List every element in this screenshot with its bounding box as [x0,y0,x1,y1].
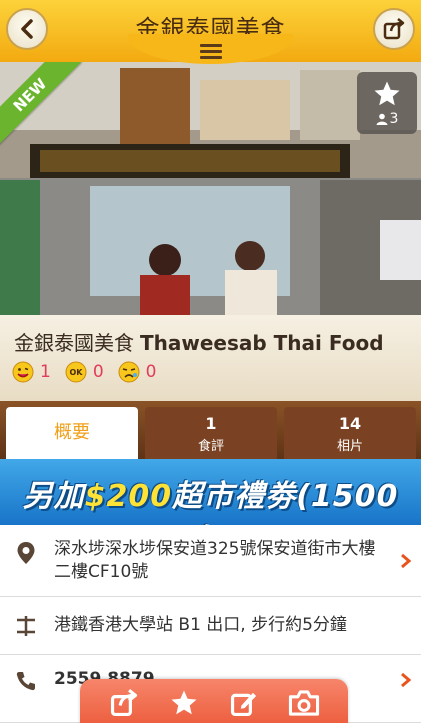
restaurant-name: 金銀泰國美食 Thaweesab Thai Food [14,327,384,356]
share-icon [110,689,138,717]
cry-face-icon [118,361,140,383]
rating-smile-count: 1 [40,362,51,382]
tab-overview[interactable]: 概要 [6,407,138,459]
share-action-button[interactable] [106,685,142,721]
camera-button[interactable] [286,685,322,721]
restaurant-info-bar: 金銀泰國美食 Thaweesab Thai Food 1 OK 0 0 [0,315,421,401]
favorite-action-button[interactable] [166,685,202,721]
hamburger-icon [199,44,222,64]
promo-banner[interactable]: 另加$200超市禮劵(1500名) [0,459,421,525]
ratings: 1 OK 0 0 [12,361,170,383]
rating-cry-count: 0 [145,362,157,382]
rating-cry: 0 [118,361,157,383]
rating-smile: 1 [12,361,51,383]
promo-amount: $200 [84,479,173,514]
restaurant-name-en: Thaweesab Thai Food [140,331,384,355]
rating-ok: OK 0 [65,361,104,383]
promo-suffix: 超市禮劵(1500名) [172,479,399,525]
share-icon [383,18,405,40]
tab-reviews[interactable]: 1 食評 [145,407,277,459]
reviews-label: 食評 [197,439,224,454]
bookmark-count: 3 [389,111,399,127]
address-text: 深水埗深水埗保安道325號保安道街市大樓二樓CF10號 [54,539,376,582]
address-row[interactable]: 深水埗深水埗保安道325號保安道街市大樓二樓CF10號 [0,525,421,597]
photos-count: 14 [338,414,362,433]
rating-ok-count: 0 [92,362,104,382]
restaurant-name-zh: 金銀泰國美食 [14,331,134,355]
transit-row: 港鐵香港大學站 B1 出口, 步行約5分鐘 [0,597,421,655]
chevron-right-icon [401,553,412,569]
location-pin-icon [14,541,38,565]
action-bar [80,679,348,723]
camera-icon [288,690,320,716]
star-icon [374,81,400,106]
svg-text:OK: OK [69,368,83,377]
tab-photos[interactable]: 14 相片 [284,407,416,459]
tab-bar: 概要 1 食評 14 相片 [0,401,421,459]
chevron-right-icon [401,672,412,688]
reviews-count: 1 [205,414,217,433]
smile-face-icon [12,361,34,383]
promo-prefix: 另加 [22,479,85,514]
promo-text: 另加$200超市禮劵(1500名) [0,471,421,525]
star-icon [171,690,197,715]
edit-icon [230,692,257,717]
restaurant-photo[interactable]: NEW 3 [0,60,421,315]
ok-face-icon: OK [65,361,87,383]
write-review-button[interactable] [226,685,262,721]
share-button[interactable] [373,8,415,50]
transit-text: 港鐵香港大學站 B1 出口, 步行約5分鐘 [54,615,347,635]
user-icon [376,113,388,125]
bookmark-button[interactable]: 3 [357,72,417,134]
phone-icon [14,669,38,693]
mtr-icon [14,614,38,638]
photos-label: 相片 [336,439,363,454]
